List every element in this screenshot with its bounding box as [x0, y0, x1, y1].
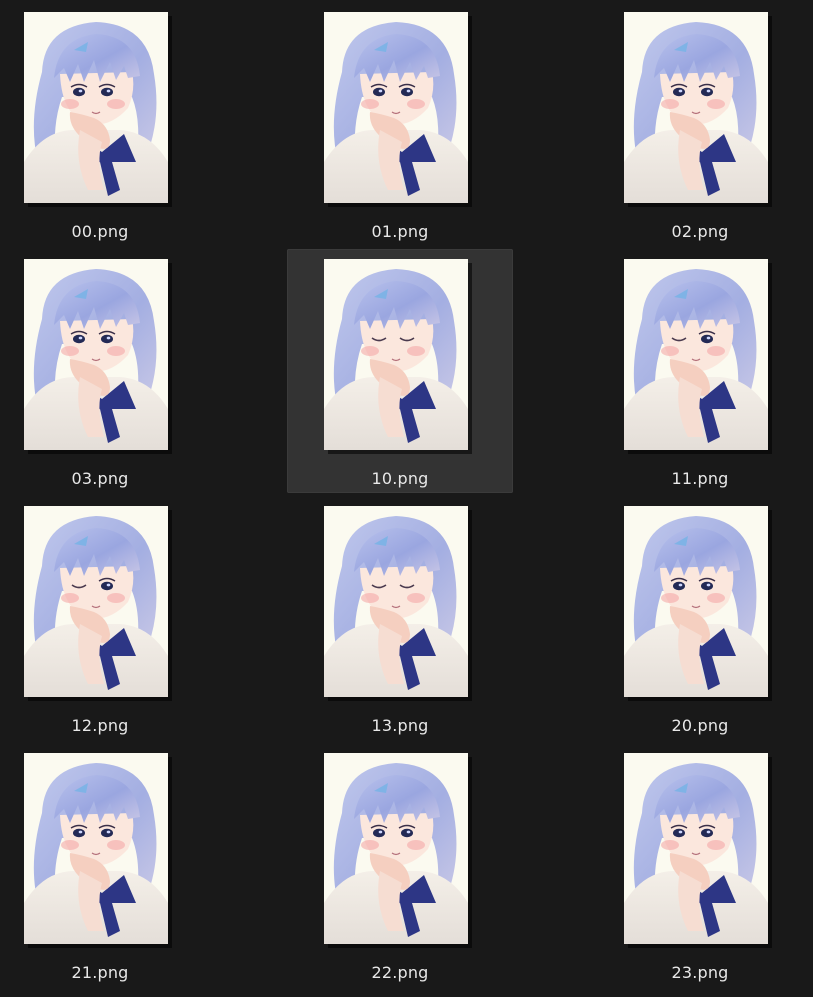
file-item[interactable]: 20.png [587, 496, 813, 740]
file-name-label[interactable]: 20.png [587, 716, 813, 735]
file-thumbnail[interactable] [624, 753, 768, 944]
file-item[interactable]: 02.png [587, 2, 813, 246]
thumbnail-image [624, 12, 768, 203]
thumbnail-image [324, 753, 468, 944]
file-thumbnail[interactable] [24, 753, 168, 944]
file-name-label[interactable]: 02.png [587, 222, 813, 241]
file-thumbnail[interactable] [624, 12, 768, 203]
file-name-label[interactable]: 21.png [0, 963, 213, 982]
file-grid: 00.png 01.png 02.png 03.png 10.png 11.pn… [0, 0, 813, 997]
file-item[interactable]: 21.png [0, 743, 213, 987]
thumbnail-image [624, 753, 768, 944]
file-name-label[interactable]: 03.png [0, 469, 213, 488]
thumbnail-image [24, 753, 168, 944]
file-item[interactable]: 01.png [287, 2, 513, 246]
file-item[interactable]: 11.png [587, 249, 813, 493]
file-thumbnail[interactable] [324, 259, 468, 450]
file-thumbnail[interactable] [24, 506, 168, 697]
file-thumbnail[interactable] [324, 12, 468, 203]
file-name-label[interactable]: 22.png [287, 963, 513, 982]
file-item[interactable]: 23.png [587, 743, 813, 987]
file-thumbnail[interactable] [324, 506, 468, 697]
thumbnail-image [624, 259, 768, 450]
file-name-label[interactable]: 00.png [0, 222, 213, 241]
file-thumbnail[interactable] [624, 506, 768, 697]
file-thumbnail[interactable] [24, 12, 168, 203]
file-item[interactable]: 22.png [287, 743, 513, 987]
file-thumbnail[interactable] [24, 259, 168, 450]
file-thumbnail[interactable] [324, 753, 468, 944]
file-name-label[interactable]: 11.png [587, 469, 813, 488]
file-item[interactable]: 10.png [287, 249, 513, 493]
thumbnail-image [24, 506, 168, 697]
file-name-label[interactable]: 13.png [287, 716, 513, 735]
file-name-label[interactable]: 10.png [287, 469, 513, 488]
file-item[interactable]: 12.png [0, 496, 213, 740]
file-name-label[interactable]: 01.png [287, 222, 513, 241]
file-item[interactable]: 13.png [287, 496, 513, 740]
thumbnail-image [24, 12, 168, 203]
thumbnail-image [324, 506, 468, 697]
file-name-label[interactable]: 23.png [587, 963, 813, 982]
thumbnail-image [324, 259, 468, 450]
file-thumbnail[interactable] [624, 259, 768, 450]
thumbnail-image [324, 12, 468, 203]
thumbnail-image [24, 259, 168, 450]
thumbnail-image [624, 506, 768, 697]
file-item[interactable]: 00.png [0, 2, 213, 246]
file-name-label[interactable]: 12.png [0, 716, 213, 735]
file-item[interactable]: 03.png [0, 249, 213, 493]
